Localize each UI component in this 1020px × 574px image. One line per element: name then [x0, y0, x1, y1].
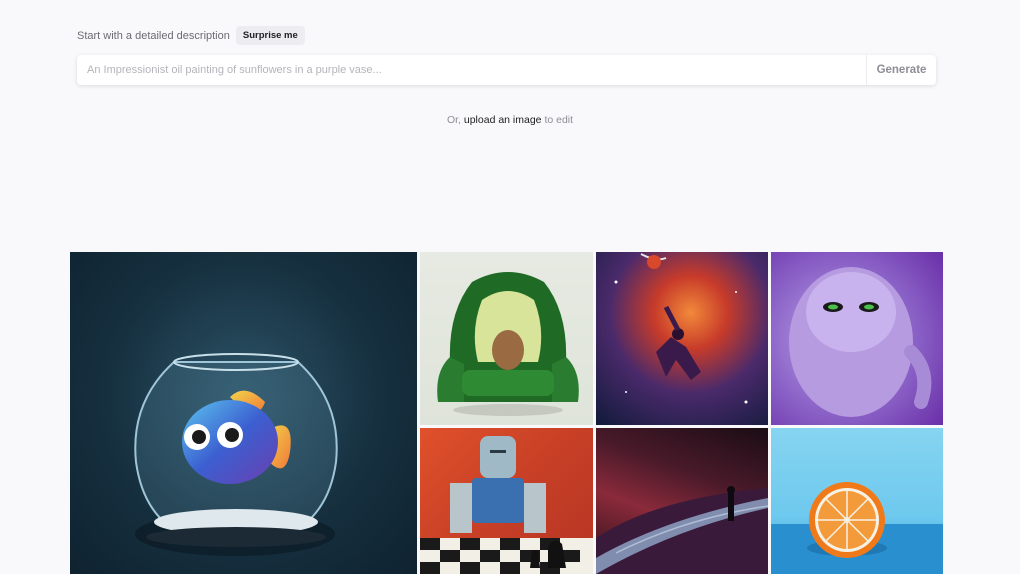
- generate-button[interactable]: Generate: [866, 55, 936, 85]
- upload-prefix: Or,: [446, 114, 461, 126]
- prompt-bar: Generate: [77, 55, 936, 85]
- basketball-dunk-in-space-icon: [614, 253, 748, 404]
- prompt-intro-label: Start with a detailed description: [77, 29, 230, 42]
- upload-line: Or, upload an image to edit: [0, 114, 1020, 126]
- avocado-chair-image[interactable]: [420, 252, 593, 425]
- avocado-armchair-icon: [437, 272, 579, 416]
- figure-on-dunes-icon: [596, 486, 768, 574]
- desert-figure-image[interactable]: [596, 428, 768, 574]
- space-dunk-image[interactable]: [596, 252, 768, 425]
- upload-image-link[interactable]: upload an image: [464, 114, 542, 126]
- robot-chess-image[interactable]: [420, 428, 593, 574]
- prompt-header: Start with a detailed description Surpri…: [77, 26, 305, 45]
- orange-image[interactable]: [771, 428, 943, 574]
- prompt-input[interactable]: [77, 55, 866, 85]
- fluffy-purple-monster-icon: [789, 267, 932, 417]
- halved-orange-icon: [771, 482, 943, 574]
- fish-in-bowl-icon: [134, 353, 338, 556]
- robot-playing-chess-icon: [420, 436, 593, 574]
- fishbowl-image[interactable]: [70, 252, 417, 574]
- upload-suffix: to edit: [544, 114, 574, 126]
- purple-monster-image[interactable]: [771, 252, 943, 425]
- surprise-me-button[interactable]: Surprise me: [235, 26, 305, 45]
